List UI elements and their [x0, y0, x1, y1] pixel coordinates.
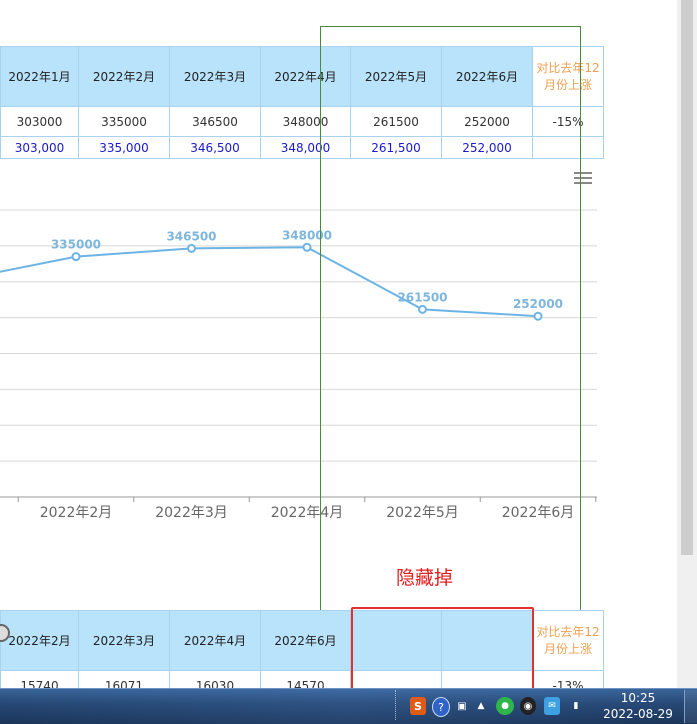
data-point	[71, 252, 81, 262]
table-header-cell: 2022年3月	[78, 610, 170, 671]
chat-icon[interactable]: ✉	[544, 697, 560, 715]
chart-menu-icon[interactable]	[574, 172, 592, 186]
x-axis-label: 2022年4月	[271, 505, 344, 521]
clock-date: 2022-08-29	[603, 707, 673, 721]
table-cell: 335000	[78, 106, 170, 137]
signal-icon[interactable]: ▮	[568, 697, 584, 715]
sogou-input-icon[interactable]: S	[410, 697, 426, 715]
tray-separator	[395, 690, 402, 720]
x-axis-label: 2022年6月	[502, 505, 575, 521]
monitor-icon[interactable]: ▣	[456, 697, 468, 715]
data-point	[187, 243, 196, 253]
data-label: 348000	[282, 228, 332, 242]
vertical-scrollbar[interactable]	[677, 0, 697, 690]
table-cell: 348,000	[260, 136, 351, 159]
table-cell: 348000	[260, 106, 351, 137]
data-label: 335000	[51, 238, 101, 252]
x-axis-label: 2022年5月	[386, 505, 459, 521]
table-header-cell: 2022年6月	[260, 610, 351, 671]
qq-icon[interactable]: ◉	[520, 697, 536, 715]
compare-header-cell: 对比去年12月份上涨	[532, 46, 604, 107]
data-point	[533, 311, 543, 321]
table-header-cell	[350, 610, 442, 671]
table-header-cell: 2022年4月	[260, 46, 351, 107]
taskbar	[0, 688, 697, 724]
compare-value-cell: -15%	[532, 106, 604, 137]
table-cell: 346500	[169, 106, 261, 137]
wechat-icon[interactable]: ●	[496, 697, 514, 715]
x-axis-label: 2022年3月	[155, 505, 228, 521]
scrollbar-thumb[interactable]	[681, 0, 693, 555]
data-table-top: 2022年1月 2022年2月 2022年3月 2022年4月 2022年5月 …	[0, 46, 604, 159]
data-point	[302, 242, 312, 252]
table-header-row: 2022年2月 2022年3月 2022年4月 2022年6月 对比去年12月份…	[0, 610, 604, 671]
table-cell: 303000	[0, 106, 79, 137]
annotation-label: 隐藏掉	[396, 567, 454, 589]
clock-time: 10:25	[620, 691, 656, 705]
table-row-formatted: 303,000 335,000 346,500 348,000 261,500 …	[0, 136, 604, 159]
table-header-cell: 2022年5月	[350, 46, 442, 107]
data-label: 261500	[397, 290, 447, 304]
table-cell-empty	[532, 136, 604, 159]
table-header-cell: 2022年3月	[169, 46, 261, 107]
table-header-cell	[441, 610, 533, 671]
table-cell: 335,000	[78, 136, 170, 159]
compare-header-cell: 对比去年12月份上涨	[532, 610, 604, 671]
data-label: 346500	[166, 229, 216, 243]
table-header-cell: 2022年2月	[0, 610, 79, 671]
table-header-cell: 2022年6月	[441, 46, 533, 107]
table-header-row: 2022年1月 2022年2月 2022年3月 2022年4月 2022年5月 …	[0, 46, 604, 107]
table-cell: 252,000	[441, 136, 533, 159]
show-desktop-button[interactable]	[684, 690, 697, 723]
table-header-cell: 2022年1月	[0, 46, 79, 107]
table-header-cell: 2022年4月	[169, 610, 261, 671]
data-label: 252000	[513, 297, 563, 311]
table-cell: 303,000	[0, 136, 79, 159]
table-cell: 261,500	[350, 136, 442, 159]
taskbar-clock[interactable]: 10:25 2022-08-29	[598, 690, 678, 722]
table-header-cell: 2022年2月	[78, 46, 170, 107]
arrow-up-icon[interactable]: ▲	[476, 697, 486, 715]
table-cell: 346,500	[169, 136, 261, 159]
data-point	[418, 304, 427, 314]
x-axis-label: 2022年2月	[40, 505, 113, 521]
table-cell: 261500	[350, 106, 442, 137]
table-row: 303000 335000 346500 348000 261500 25200…	[0, 106, 604, 137]
help-icon[interactable]: ?	[432, 697, 450, 717]
table-cell: 252000	[441, 106, 533, 137]
line-chart: 335000 346500 348000 261500 252000 2022年2月 202…	[0, 209, 597, 521]
